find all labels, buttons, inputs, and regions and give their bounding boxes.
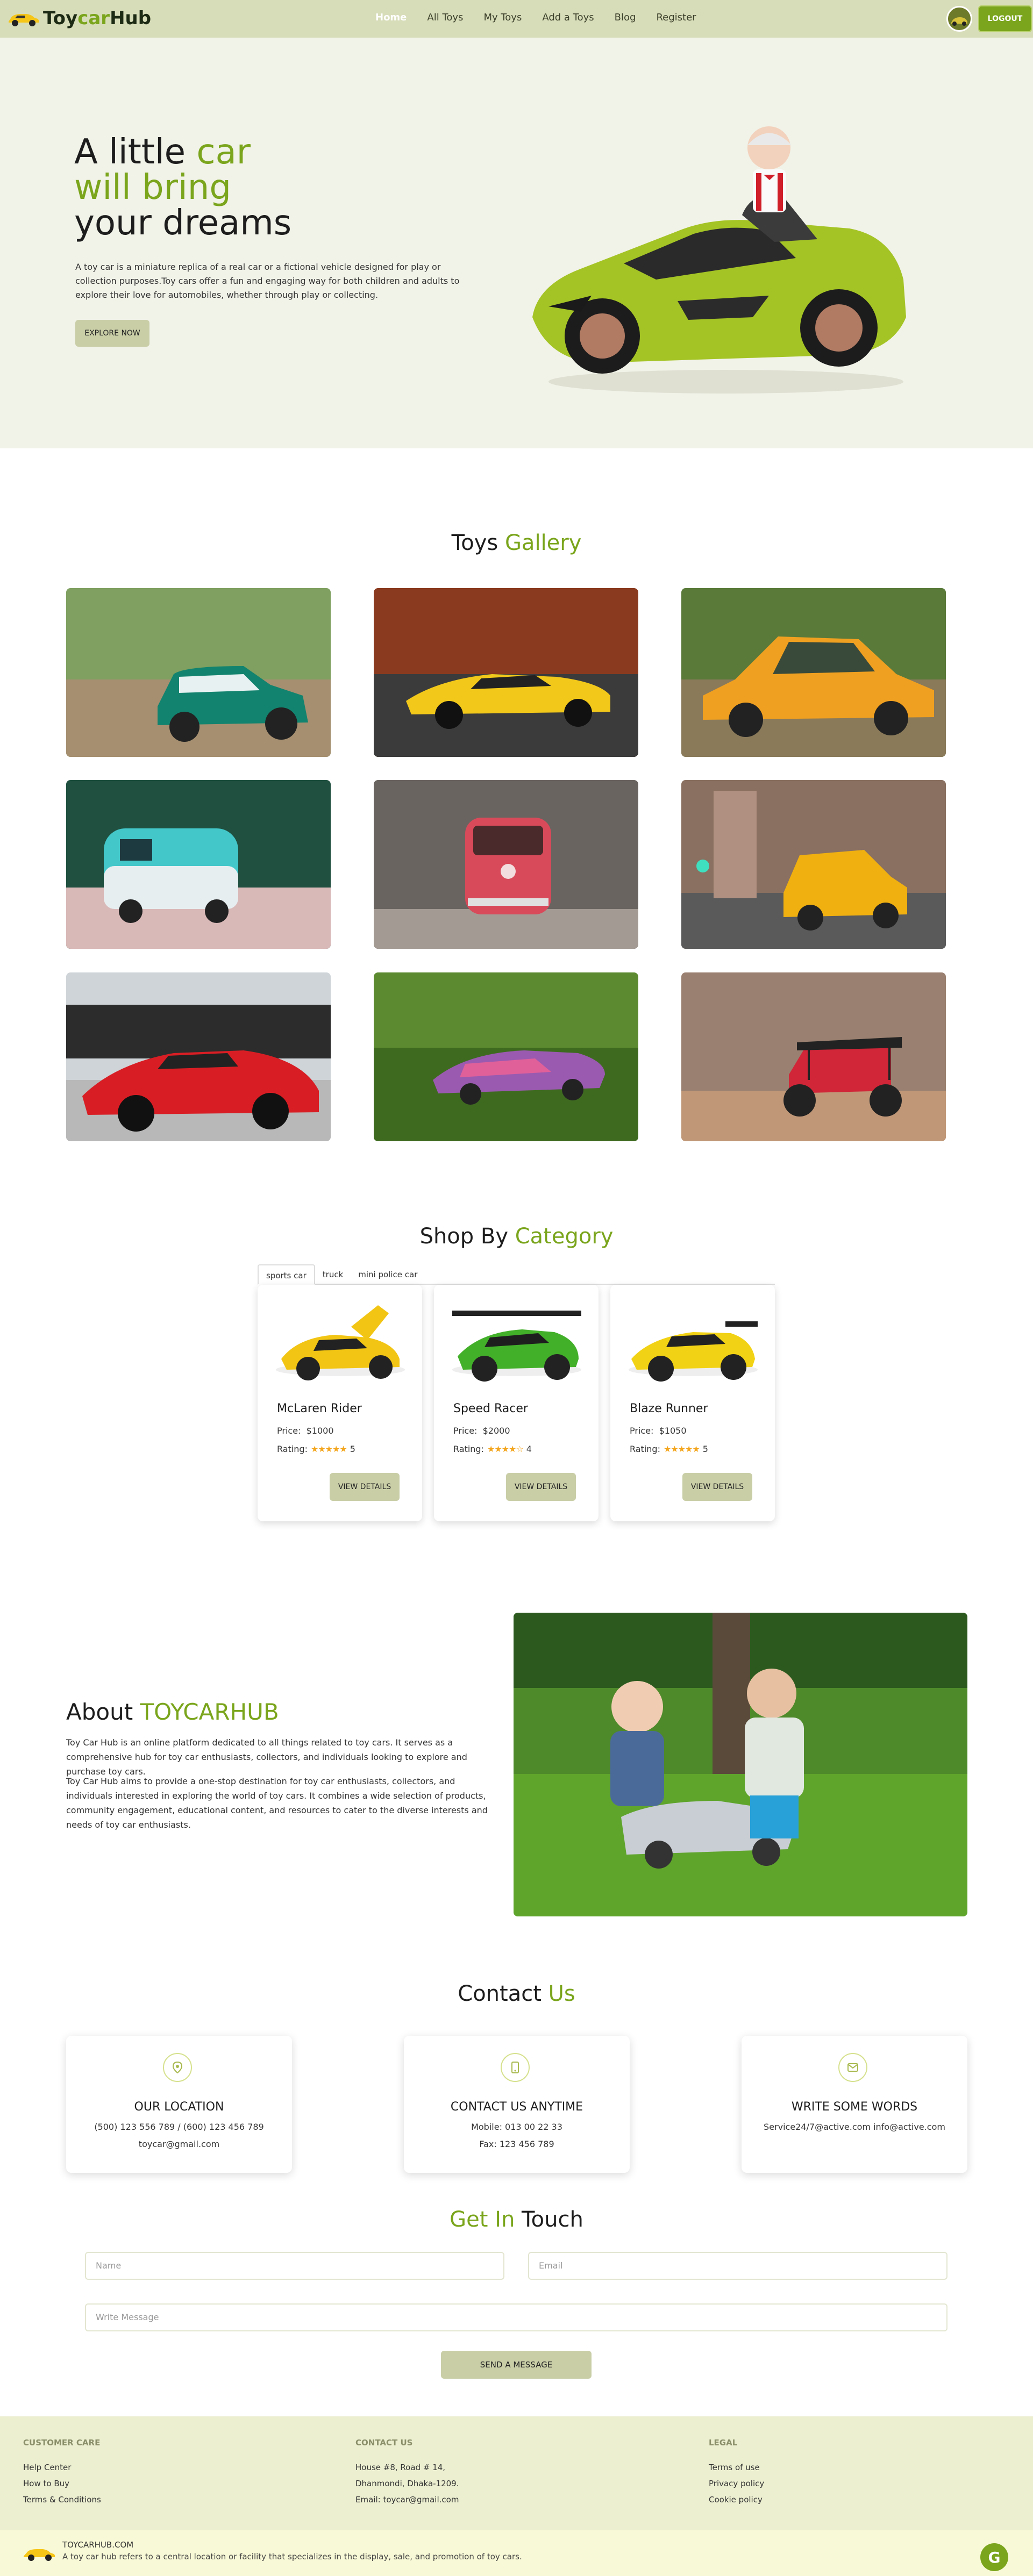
gallery-image-rainbow-racer[interactable] [374,972,638,1141]
product-price: Price: $2000 [453,1426,510,1436]
view-details-button[interactable]: VIEW DETAILS [330,1473,400,1501]
contact-fax-text: Fax: 123 456 789 [479,2139,554,2149]
nav-link-register[interactable]: Register [656,12,696,23]
get-in-touch-title: Get In Touch [450,2207,583,2232]
gallery-image-yellow-lamborghini[interactable] [374,588,638,757]
gallery-image-taxi[interactable] [681,780,946,949]
name-input[interactable]: Name [85,2252,504,2280]
logo-text: ToycarHub [43,8,152,29]
about-kids-image [514,1613,967,1916]
contact-heading: CONTACT US ANYTIME [450,2100,583,2114]
tab-truck[interactable]: truck [315,1264,351,1284]
tab-sports-car[interactable]: sports car [258,1264,315,1285]
gallery-image-orange-classic[interactable] [681,588,946,757]
category-title: Shop By Category [419,1224,614,1249]
product-name: Blaze Runner [630,1402,708,1415]
explore-now-button[interactable]: EXPLORE NOW [75,320,149,347]
footer-link-terms[interactable]: Terms & Conditions [23,2495,101,2505]
contact-phone-text: (500) 123 556 789 / (600) 123 456 789 [94,2122,264,2132]
product-card-speed-racer: Speed Racer Price: $2000 Rating: ★★★★☆ 4 V… [434,1285,599,1521]
gallery-image-green-mini[interactable] [66,588,331,757]
footer-link-how-to-buy[interactable]: How to Buy [23,2479,69,2488]
bottom-brand: TOYCARHUB.COM [62,2540,134,2550]
nav-link-add-toys[interactable]: Add a Toys [542,12,594,23]
top-navbar: ToycarHub Home All Toys My Toys Add a To… [0,0,1033,38]
hero-description: A toy car is a miniature replica of a re… [75,262,460,300]
hero-title: A little car will bring your dreams [74,132,292,243]
email-input[interactable]: Email [528,2252,947,2280]
contact-title: Contact Us [458,1981,575,2006]
logout-button[interactable]: LOGOUT [978,5,1032,32]
mobile-phone-icon [501,2053,530,2082]
footer-link-privacy[interactable]: Privacy policy [709,2479,764,2488]
product-rating: Rating: ★★★★☆ 4 [453,1444,532,1454]
message-textarea[interactable]: Write Message [85,2303,947,2331]
footer-heading-legal: LEGAL [709,2438,738,2448]
star-rating-icon: ★★★★★ [663,1444,700,1454]
car-logo-icon [24,2549,55,2561]
gallery-image-teal-van[interactable] [66,780,331,949]
nav-link-home[interactable]: Home [375,12,407,23]
footer-address-line-2: Dhanmondi, Dhaka-1209. [355,2479,459,2488]
bottom-bar: TOYCARHUB.COM A toy car hub refers to a … [0,2530,1033,2576]
star-rating-icon: ★★★★★ [310,1444,347,1454]
location-pin-icon [163,2053,192,2082]
nav-link-blog[interactable]: Blog [615,12,636,23]
car-logo-icon [9,14,39,26]
footer-link-terms-of-use[interactable]: Terms of use [709,2463,760,2472]
product-rating: Rating: ★★★★★ 5 [630,1444,708,1454]
product-name: McLaren Rider [277,1402,362,1415]
contact-heading: WRITE SOME WORDS [791,2100,918,2114]
site-logo[interactable]: ToycarHub [6,8,151,29]
product-price: Price: $1050 [630,1426,687,1436]
hero-section: A little car will bring your dreams A to… [0,38,1033,448]
product-rating: Rating: ★★★★★ 5 [277,1444,355,1454]
gallery-title: Toys Gallery [451,531,582,555]
product-image-mclaren-rider [276,1305,405,1380]
tab-mini-police-car[interactable]: mini police car [351,1264,425,1284]
star-rating-icon: ★★★★☆ [487,1444,524,1454]
product-price: Price: $1000 [277,1426,334,1436]
footer-link-cookie[interactable]: Cookie policy [709,2495,763,2505]
footer-link-help-center[interactable]: Help Center [23,2463,71,2472]
gallery-image-vintage-car[interactable] [681,972,946,1141]
gallery-image-pink-van[interactable] [374,780,638,949]
product-image-speed-racer [452,1311,581,1382]
envelope-icon [838,2053,867,2082]
contact-email-text: Service24/7@active.com info@active.com [764,2122,945,2132]
product-card-blaze-runner: Blaze Runner Price: $1050 Rating: ★★★★★ 5 … [610,1285,775,1521]
view-details-button[interactable]: VIEW DETAILS [682,1473,752,1501]
category-tabs: sports car truck mini police car [258,1264,775,1285]
contact-email-text: toycar@gmail.com [138,2139,220,2149]
contact-heading: OUR LOCATION [134,2100,224,2114]
product-image-blaze-runner [629,1321,758,1382]
footer-heading-customer-care: CUSTOMER CARE [23,2438,101,2448]
footer-address-line-1: House #8, Road # 14, [355,2463,446,2472]
hero-toy-car-image [532,126,906,393]
user-avatar[interactable] [946,6,972,32]
about-paragraph-2: Toy Car Hub aims to provide a one-stop d… [66,1776,488,1830]
footer-email: Email: toycar@gmail.com [355,2495,459,2505]
footer-heading-contact: CONTACT US [355,2438,413,2448]
contact-card-phone: CONTACT US ANYTIME Mobile: 013 00 22 33 … [404,2036,630,2173]
contact-mobile-text: Mobile: 013 00 22 33 [471,2122,562,2132]
send-message-button[interactable]: SEND A MESSAGE [441,2351,592,2379]
footer: CUSTOMER CARE Help Center How to Buy Ter… [0,2416,1033,2530]
nav-link-all-toys[interactable]: All Toys [427,12,463,23]
view-details-button[interactable]: VIEW DETAILS [506,1473,576,1501]
about-title: About TOYCARHUB [66,1699,279,1725]
nav-link-my-toys[interactable]: My Toys [483,12,522,23]
product-name: Speed Racer [453,1402,528,1415]
google-icon[interactable]: G [980,2543,1008,2571]
contact-card-email: WRITE SOME WORDS Service24/7@active.com … [742,2036,967,2173]
product-card-mclaren-rider: McLaren Rider Price: $1000 Rating: ★★★★★ 5… [258,1285,422,1521]
bottom-description: A toy car hub refers to a central locati… [62,2552,522,2561]
nav-links: Home All Toys My Toys Add a Toys Blog Re… [375,12,717,23]
gallery-image-red-ferrari[interactable] [66,972,331,1141]
contact-card-location: OUR LOCATION (500) 123 556 789 / (600) 1… [66,2036,292,2173]
about-paragraph-1: Toy Car Hub is an online platform dedica… [66,1737,467,1777]
